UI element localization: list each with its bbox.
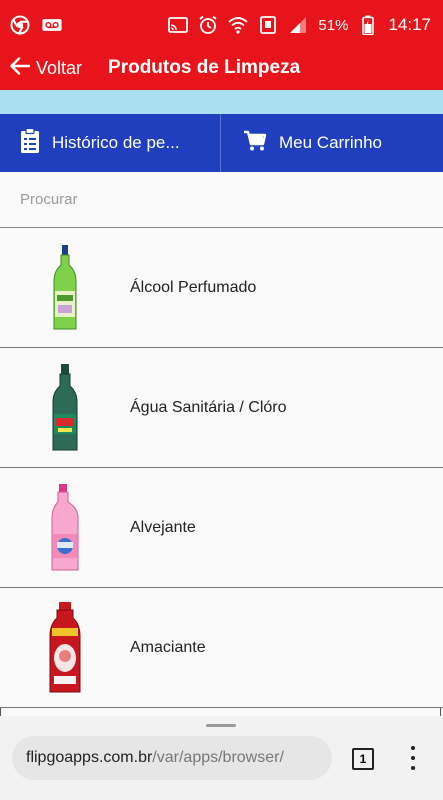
voicemail-icon (42, 15, 62, 35)
back-button[interactable]: Voltar (0, 56, 83, 80)
nfc-icon (258, 15, 278, 35)
arrow-left-icon (10, 56, 31, 80)
url-bar[interactable]: flipgoapps.com.br/var/apps/browser/ (12, 736, 332, 780)
app-bar: Voltar Produtos de Limpeza (0, 46, 443, 90)
product-name: Água Sanitária / Clóro (130, 398, 287, 416)
product-item-agua-sanitaria[interactable]: Água Sanitária / Clóro (0, 348, 443, 468)
action-tabs: Histórico de pe... Meu Carrinho (0, 114, 443, 172)
product-list: Álcool Perfumado Água Sanitária / Clóro … (0, 228, 443, 708)
cart-icon (243, 130, 267, 157)
dark-green-bottle-icon (0, 348, 130, 468)
browser-bottom-bar: flipgoapps.com.br/var/apps/browser/ 1 (0, 716, 443, 800)
search-input[interactable] (0, 172, 443, 227)
order-history-label: Histórico de pe... (52, 133, 180, 152)
signal-icon (288, 15, 308, 35)
product-name: Álcool Perfumado (130, 278, 257, 296)
chrome-icon (10, 15, 30, 35)
menu-dot (411, 746, 415, 750)
pink-bottle-icon (0, 468, 130, 588)
product-item-alcool[interactable]: Álcool Perfumado (0, 228, 443, 348)
battery-icon (358, 15, 378, 35)
red-bottle-icon (0, 588, 130, 708)
back-label: Voltar (36, 57, 83, 78)
clock: 14:17 (388, 15, 431, 34)
menu-dot (411, 766, 415, 770)
search-bar (0, 172, 443, 228)
wifi-icon (228, 15, 249, 35)
alarm-icon (198, 15, 218, 35)
product-name: Alvejante (130, 518, 196, 536)
tab-switcher-button[interactable]: 1 (352, 748, 374, 770)
my-cart-label: Meu Carrinho (279, 133, 382, 152)
product-item-alvejante[interactable]: Alvejante (0, 468, 443, 588)
clipboard-icon (20, 127, 40, 159)
battery-percent: 51% (318, 16, 349, 34)
drag-handle[interactable] (206, 724, 236, 727)
my-cart-button[interactable]: Meu Carrinho (220, 114, 443, 172)
product-name: Amaciante (130, 638, 206, 656)
order-history-button[interactable]: Histórico de pe... (0, 114, 220, 172)
accent-strip (0, 90, 443, 114)
cast-icon (168, 15, 189, 35)
url-host: flipgoapps.com.br (26, 749, 153, 766)
url-path: /var/apps/browser/ (152, 749, 284, 766)
product-item-amaciante[interactable]: Amaciante (0, 588, 443, 708)
page-title: Produtos de Limpeza (108, 57, 301, 78)
menu-dot (411, 756, 415, 760)
overflow-menu-icon[interactable] (408, 746, 418, 770)
green-bottle-icon (0, 228, 130, 348)
status-bar: 51% 14:17 (0, 0, 443, 50)
